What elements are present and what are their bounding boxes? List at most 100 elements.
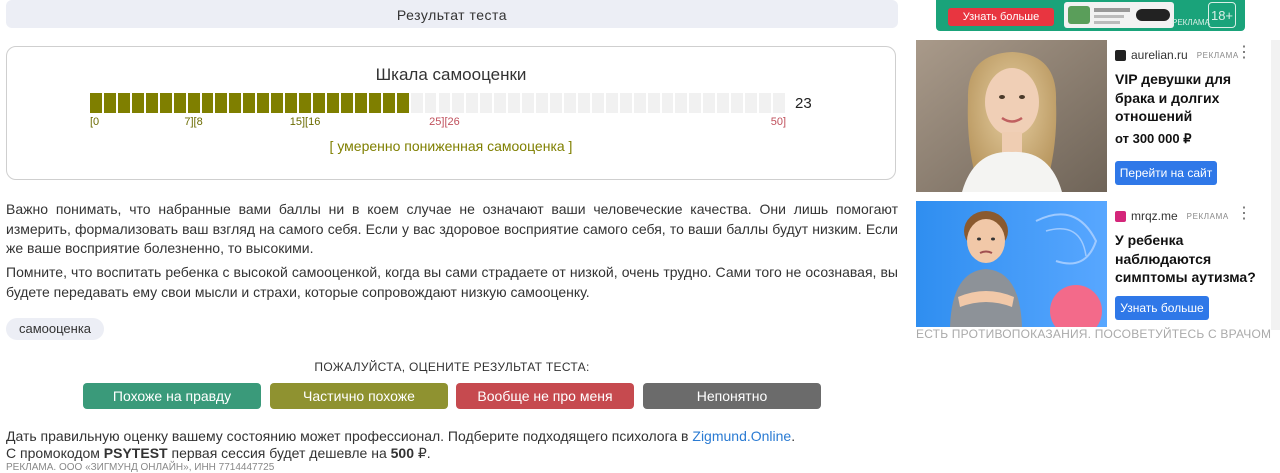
ad-image-woman[interactable]	[916, 40, 1107, 192]
top-ad-product-image	[1064, 2, 1174, 28]
scale-segment-filled	[312, 92, 326, 114]
scale-segment-filled	[367, 92, 382, 114]
ad-domain: aurelian.ru	[1131, 48, 1188, 62]
tag-self-esteem[interactable]: самооценка	[6, 318, 105, 340]
promo-price: 500	[390, 445, 414, 461]
kebab-menu-icon[interactable]: ⋮	[1236, 206, 1252, 222]
scale-segment-empty	[465, 92, 480, 114]
scale-segment-filled	[144, 92, 159, 114]
ad-domain: mrqz.me	[1131, 209, 1178, 223]
ad-title[interactable]: У ребенка наблюдаются симптомы аутизма?	[1115, 231, 1257, 287]
rate-partially-button[interactable]: Частично похоже	[270, 383, 448, 409]
scale-segment-filled	[381, 92, 396, 114]
scale-segment-empty	[409, 92, 424, 114]
rating-prompt: ПОЖАЛУЙСТА, ОЦЕНИТЕ РЕЗУЛЬТАТ ТЕСТА:	[314, 360, 590, 374]
domain-favicon-icon	[1115, 210, 1126, 222]
scale-segment-filled	[242, 92, 257, 114]
scale-segment-empty	[730, 92, 745, 114]
scale-verdict: [ умеренно пониженная самооценка ]	[329, 138, 573, 154]
scale-tick-label: 50]	[770, 116, 786, 128]
ad-title[interactable]: VIP девушки для брака и долгих отношений…	[1115, 70, 1257, 148]
scale-segment-filled	[214, 92, 229, 114]
psychologist-offer: Дать правильную оценку вашему состоянию …	[6, 428, 795, 444]
zigmund-link[interactable]: Zigmund.Online	[692, 428, 791, 444]
ad-visit-site-button[interactable]: Перейти на сайт	[1115, 161, 1217, 185]
scale-tick-label: 7][8	[184, 116, 203, 128]
scale-segment-empty	[562, 92, 577, 114]
offer-end: .	[791, 428, 796, 444]
ad-image-child[interactable]	[916, 201, 1107, 327]
kebab-menu-icon[interactable]: ⋮	[1236, 45, 1252, 61]
test-result-section: Результат теста Шкала самооценки 23 [0 7]…	[6, 0, 898, 473]
scale-segment-empty	[451, 92, 466, 114]
top-ad-button[interactable]: Узнать больше	[948, 8, 1054, 26]
scale-segment-empty	[507, 92, 522, 114]
scale-segment-empty	[744, 92, 759, 114]
scale-segment-empty	[716, 92, 731, 114]
scale-segment-empty	[590, 92, 605, 114]
result-header: Результат теста	[6, 0, 898, 28]
scale-segment-filled	[284, 92, 299, 114]
scale-card: Шкала самооценки 23 [0 7][8 15][16 25][26 50…	[6, 46, 896, 180]
scale-segment-filled	[270, 92, 285, 114]
top-ad-label: РЕКЛАМА	[1172, 18, 1210, 27]
scale-segment-empty	[493, 92, 508, 114]
promo-text-c: ₽.	[414, 445, 431, 461]
scale-segment-empty	[632, 92, 647, 114]
rate-unclear-button[interactable]: Непонятно	[643, 383, 821, 409]
offer-text: Дать правильную оценку вашему состоянию …	[6, 428, 693, 444]
scale-segment-empty	[772, 92, 786, 114]
scale-score: 23	[795, 95, 812, 112]
promo-code: PSYTEST	[103, 445, 168, 461]
rate-true-button[interactable]: Похоже на правду	[83, 383, 261, 409]
scale-segment-filled	[130, 92, 145, 114]
ad-label: РЕКЛАМА	[1196, 50, 1239, 60]
age-rating-badge: 18+	[1208, 2, 1236, 28]
ad-title-text: VIP девушки для брака и долгих отношений	[1115, 71, 1232, 124]
scale-segment-empty	[758, 92, 773, 114]
scale-segment-empty	[423, 92, 438, 114]
scale-segment-filled	[298, 92, 313, 114]
scale-segment-filled	[325, 92, 340, 114]
scale-segment-empty	[535, 92, 550, 114]
promo-text-a: С промокодом	[6, 445, 104, 461]
scale-segment-empty	[702, 92, 717, 114]
explanation-paragraph-2: Помните, что воспитать ребенка с высокой…	[6, 264, 898, 300]
scale-segment-empty	[674, 92, 689, 114]
scale-title: Шкала самооценки	[375, 65, 527, 84]
scale-segment-filled	[353, 92, 368, 114]
scale-segment-empty	[479, 92, 494, 114]
scale-segment-filled	[102, 92, 117, 114]
scale-tick-label: 15][16	[289, 116, 321, 128]
scale-segment-empty	[604, 92, 619, 114]
scale-segment-empty	[521, 92, 536, 114]
ad-label: РЕКЛАМА	[1186, 211, 1229, 221]
scale-segment-filled	[339, 92, 354, 114]
scale-tick-label: 25][26	[429, 116, 460, 128]
ad-scrollbar[interactable]	[1271, 40, 1280, 330]
scale-tick-label: [0	[90, 116, 100, 128]
scale-segment-filled	[228, 92, 243, 114]
top-banner-ad[interactable]: Узнать больше РЕКЛАМА 18+	[936, 0, 1245, 31]
ad-disclaimer: ЕСТЬ ПРОТИВОПОКАЗАНИЯ. ПОСОВЕТУЙТЕСЬ С В…	[916, 327, 1272, 341]
scale-segment-empty	[576, 92, 591, 114]
scale-segment-filled	[158, 92, 173, 114]
scale-segment-empty	[437, 92, 452, 114]
ad-price: от 300 000 ₽	[1115, 130, 1192, 146]
ad-learn-more-button[interactable]: Узнать больше	[1115, 296, 1209, 320]
rate-not-me-button[interactable]: Вообще не про меня	[456, 383, 634, 409]
scale-segment-filled	[89, 92, 103, 114]
promo-text-b: первая сессия будет дешевле на	[167, 445, 391, 461]
scale-segment-filled	[172, 92, 187, 114]
scale-segment-empty	[618, 92, 633, 114]
explanation-paragraph-1: Важно понимать, что набранные вами баллы…	[6, 201, 898, 256]
scale-segment-filled	[395, 92, 410, 114]
ad-domain-row: mrqz.me РЕКЛАМА	[1115, 209, 1229, 223]
scale-segment-filled	[116, 92, 131, 114]
scale-segment-filled	[256, 92, 271, 114]
ad-card-aurelian[interactable]: aurelian.ru РЕКЛАМА ⋮ VIP девушки для бр…	[916, 40, 1264, 192]
scale-segment-empty	[688, 92, 703, 114]
scale-segment-empty	[549, 92, 563, 114]
scale-segment-empty	[660, 92, 675, 114]
domain-favicon-icon	[1115, 49, 1126, 61]
